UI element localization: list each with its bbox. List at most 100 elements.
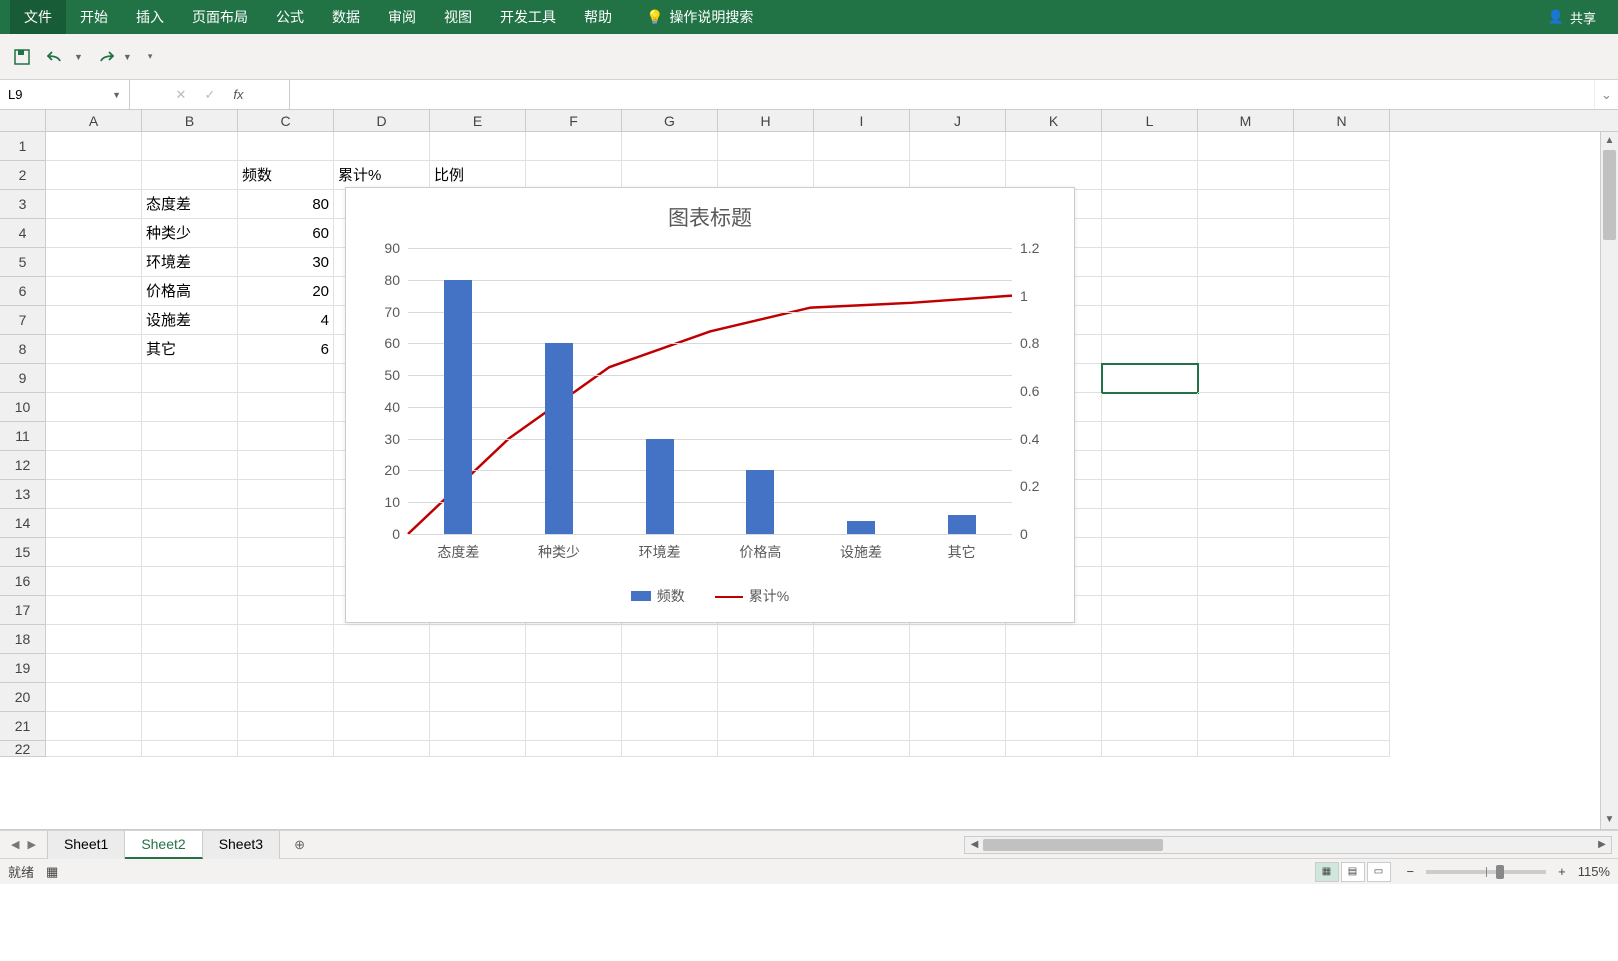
cell-M5[interactable] — [1198, 248, 1294, 277]
cell-M11[interactable] — [1198, 422, 1294, 451]
cell-M21[interactable] — [1198, 712, 1294, 741]
cell-I1[interactable] — [814, 132, 910, 161]
cell-L1[interactable] — [1102, 132, 1198, 161]
row-header-7[interactable]: 7 — [0, 306, 46, 335]
row-header-12[interactable]: 12 — [0, 451, 46, 480]
cell-I19[interactable] — [814, 654, 910, 683]
row-header-9[interactable]: 9 — [0, 364, 46, 393]
cell-F19[interactable] — [526, 654, 622, 683]
cell-G22[interactable] — [622, 741, 718, 757]
menu-file[interactable]: 文件 — [10, 0, 66, 34]
cell-G19[interactable] — [622, 654, 718, 683]
row-header-10[interactable]: 10 — [0, 393, 46, 422]
spreadsheet-grid[interactable]: ABCDEFGHIJKLMN 12频数累计%比例3态度差80040%4种类少60… — [0, 110, 1618, 830]
cell-F22[interactable] — [526, 741, 622, 757]
col-header-L[interactable]: L — [1102, 110, 1198, 131]
cell-N13[interactable] — [1294, 480, 1390, 509]
cell-A8[interactable] — [46, 335, 142, 364]
cell-I21[interactable] — [814, 712, 910, 741]
cell-N2[interactable] — [1294, 161, 1390, 190]
cell-M22[interactable] — [1198, 741, 1294, 757]
cell-A6[interactable] — [46, 277, 142, 306]
col-header-G[interactable]: G — [622, 110, 718, 131]
cell-L13[interactable] — [1102, 480, 1198, 509]
cell-A11[interactable] — [46, 422, 142, 451]
cell-M3[interactable] — [1198, 190, 1294, 219]
cell-L10[interactable] — [1102, 393, 1198, 422]
cell-B5[interactable]: 环境差 — [142, 248, 238, 277]
cell-C1[interactable] — [238, 132, 334, 161]
cell-E22[interactable] — [430, 741, 526, 757]
tab-nav-next[interactable]: ▶ — [24, 838, 38, 851]
cell-D20[interactable] — [334, 683, 430, 712]
sheet-tab-1[interactable]: Sheet1 — [47, 831, 125, 859]
cell-L16[interactable] — [1102, 567, 1198, 596]
cell-N22[interactable] — [1294, 741, 1390, 757]
cell-M19[interactable] — [1198, 654, 1294, 683]
cell-D21[interactable] — [334, 712, 430, 741]
qat-customize[interactable]: ▾ — [148, 51, 153, 62]
row-header-22[interactable]: 22 — [0, 741, 46, 757]
cell-A22[interactable] — [46, 741, 142, 757]
cell-A7[interactable] — [46, 306, 142, 335]
col-header-C[interactable]: C — [238, 110, 334, 131]
cell-N16[interactable] — [1294, 567, 1390, 596]
cell-I2[interactable] — [814, 161, 910, 190]
zoom-in[interactable]: + — [1554, 864, 1570, 879]
cell-L15[interactable] — [1102, 538, 1198, 567]
col-header-N[interactable]: N — [1294, 110, 1390, 131]
cell-J21[interactable] — [910, 712, 1006, 741]
cell-C2[interactable]: 频数 — [238, 161, 334, 190]
cell-D1[interactable] — [334, 132, 430, 161]
save-button[interactable] — [10, 45, 34, 69]
formula-expand-icon[interactable]: ⌄ — [1594, 80, 1618, 109]
scroll-right-icon[interactable]: ▶ — [1593, 839, 1611, 850]
cell-C20[interactable] — [238, 683, 334, 712]
cell-N9[interactable] — [1294, 364, 1390, 393]
cell-G2[interactable] — [622, 161, 718, 190]
cell-C5[interactable]: 30 — [238, 248, 334, 277]
cell-B21[interactable] — [142, 712, 238, 741]
cell-L14[interactable] — [1102, 509, 1198, 538]
cell-B12[interactable] — [142, 451, 238, 480]
cell-H1[interactable] — [718, 132, 814, 161]
cell-N3[interactable] — [1294, 190, 1390, 219]
col-header-J[interactable]: J — [910, 110, 1006, 131]
cell-M2[interactable] — [1198, 161, 1294, 190]
cell-A18[interactable] — [46, 625, 142, 654]
cell-C14[interactable] — [238, 509, 334, 538]
menu-insert[interactable]: 插入 — [122, 0, 178, 34]
zoom-knob[interactable] — [1496, 865, 1504, 879]
menu-formulas[interactable]: 公式 — [262, 0, 318, 34]
cell-F20[interactable] — [526, 683, 622, 712]
cell-C21[interactable] — [238, 712, 334, 741]
cell-N20[interactable] — [1294, 683, 1390, 712]
cell-N10[interactable] — [1294, 393, 1390, 422]
cell-H18[interactable] — [718, 625, 814, 654]
scroll-down-icon[interactable]: ▼ — [1601, 811, 1618, 829]
cell-C11[interactable] — [238, 422, 334, 451]
cell-A16[interactable] — [46, 567, 142, 596]
cell-I18[interactable] — [814, 625, 910, 654]
cell-C17[interactable] — [238, 596, 334, 625]
cell-C4[interactable]: 60 — [238, 219, 334, 248]
cell-L7[interactable] — [1102, 306, 1198, 335]
cell-L20[interactable] — [1102, 683, 1198, 712]
undo-button[interactable] — [44, 45, 68, 69]
row-header-4[interactable]: 4 — [0, 219, 46, 248]
cell-K20[interactable] — [1006, 683, 1102, 712]
col-header-D[interactable]: D — [334, 110, 430, 131]
cell-N21[interactable] — [1294, 712, 1390, 741]
sheet-tab-2[interactable]: Sheet2 — [125, 831, 202, 859]
cell-H19[interactable] — [718, 654, 814, 683]
row-header-21[interactable]: 21 — [0, 712, 46, 741]
cell-C22[interactable] — [238, 741, 334, 757]
menu-review[interactable]: 审阅 — [374, 0, 430, 34]
vertical-scrollbar[interactable]: ▲ ▼ — [1600, 132, 1618, 829]
tell-me[interactable]: 💡 操作说明搜索 — [632, 0, 767, 34]
cell-N4[interactable] — [1294, 219, 1390, 248]
scroll-up-icon[interactable]: ▲ — [1601, 132, 1618, 150]
cell-N11[interactable] — [1294, 422, 1390, 451]
cell-A10[interactable] — [46, 393, 142, 422]
cell-L12[interactable] — [1102, 451, 1198, 480]
